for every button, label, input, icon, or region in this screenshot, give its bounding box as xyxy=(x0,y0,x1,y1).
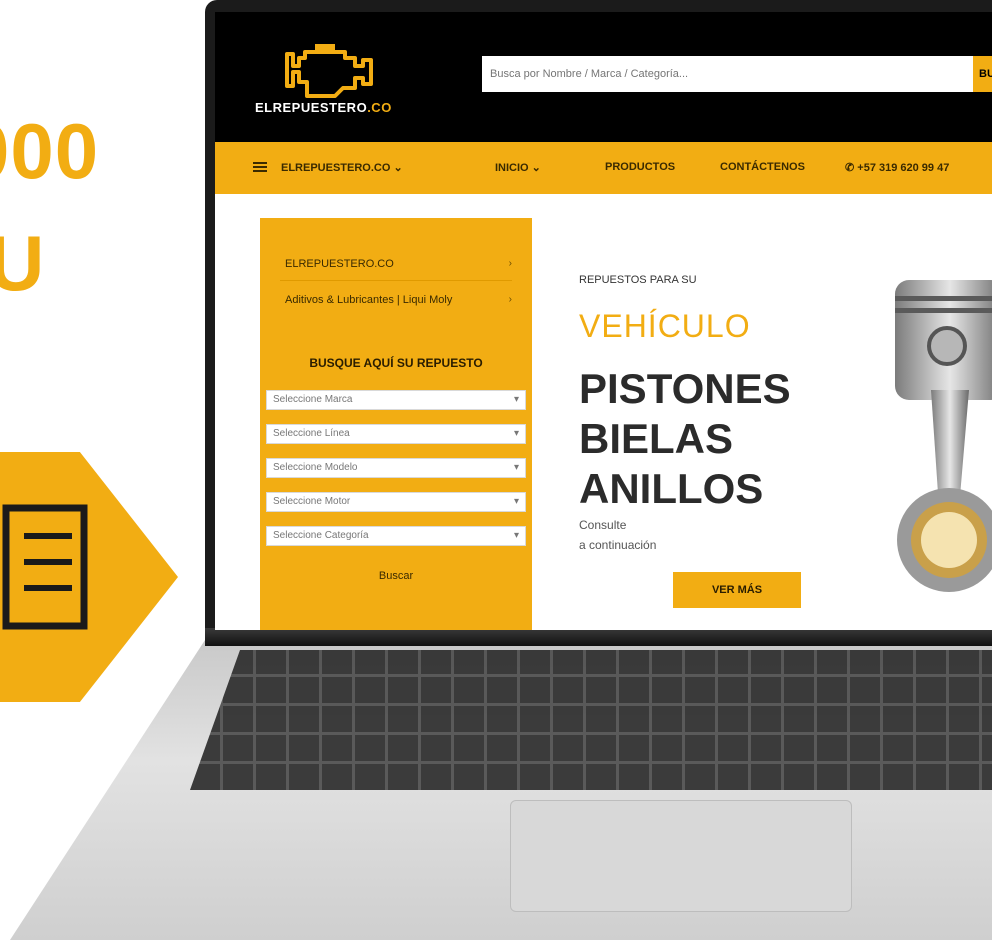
hero-line-anillos: ANILLOS xyxy=(579,465,764,512)
catalog-badge xyxy=(0,452,178,702)
site-header: ELREPUESTERO.CO BUS xyxy=(215,12,992,142)
book-icon xyxy=(2,504,88,630)
nav-item-contactenos[interactable]: CONTÁCTENOS xyxy=(720,161,805,173)
laptop-keyboard xyxy=(190,650,992,790)
chevron-right-icon: › xyxy=(508,294,512,305)
chevron-down-icon: ▾ xyxy=(513,462,519,473)
logo-text: ELREPUESTERO.CO xyxy=(255,100,392,115)
nav-item-elrepuestero[interactable]: ELREPUESTERO.CO ⌄ xyxy=(281,161,403,174)
chevron-down-icon: ▾ xyxy=(513,394,519,405)
hero-note-line2: a continuación xyxy=(579,538,657,552)
select-categoria[interactable]: Seleccione Categoría ▾ xyxy=(266,526,526,546)
promo-number-text: 000 xyxy=(0,107,100,195)
ver-mas-button[interactable]: VER MÁS xyxy=(673,572,801,608)
hamburger-menu-icon[interactable] xyxy=(253,162,267,172)
main-nav: ELREPUESTERO.CO ⌄ INICIO ⌄ PRODUCTOS CON… xyxy=(215,142,992,194)
select-modelo[interactable]: Seleccione Modelo ▾ xyxy=(266,458,526,478)
hero-line-pistones: PISTONES xyxy=(579,365,791,412)
chevron-down-icon: ▾ xyxy=(513,428,519,439)
promo-text: U xyxy=(0,219,46,307)
select-motor[interactable]: Seleccione Motor ▾ xyxy=(266,492,526,512)
sidebar-item-aditivos[interactable]: Aditivos & Lubricantes | Liqui Moly xyxy=(285,294,452,306)
hero-line-bielas: BIELAS xyxy=(579,415,734,462)
logo-suffix: .CO xyxy=(367,100,392,115)
laptop-hinge xyxy=(205,628,992,646)
hero-accent: VEHÍCULO xyxy=(579,308,751,344)
sidebar-search-button[interactable]: Buscar xyxy=(260,570,532,582)
search-button[interactable]: BUS xyxy=(973,56,992,92)
laptop-trackpad xyxy=(510,800,852,912)
hero-kicker: REPUESTOS PARA SU xyxy=(579,274,697,286)
sidebar-item-elrepuestero[interactable]: ELREPUESTERO.CO xyxy=(285,258,394,270)
select-linea[interactable]: Seleccione Línea ▾ xyxy=(266,424,526,444)
hero-note-line1: Consulte xyxy=(579,518,627,532)
select-categoria-value: Seleccione Categoría xyxy=(273,530,369,541)
nav-item-inicio[interactable]: INICIO ⌄ xyxy=(495,161,541,174)
sidebar-divider xyxy=(280,280,512,281)
nav-item-productos[interactable]: PRODUCTOS xyxy=(605,161,675,173)
piston-image xyxy=(895,280,992,592)
nav-phone[interactable]: ✆ +57 319 620 99 47 xyxy=(845,161,949,174)
chevron-down-icon: ▾ xyxy=(513,496,519,507)
engine-icon xyxy=(285,44,373,98)
search-sidebar: ELREPUESTERO.CO › Aditivos & Lubricantes… xyxy=(260,218,532,630)
search-input[interactable] xyxy=(482,56,974,92)
select-motor-value: Seleccione Motor xyxy=(273,496,351,507)
select-marca[interactable]: Seleccione Marca ▾ xyxy=(266,390,526,410)
select-linea-value: Seleccione Línea xyxy=(273,428,350,439)
site-logo[interactable]: ELREPUESTERO.CO xyxy=(255,42,415,122)
chevron-down-icon: ▾ xyxy=(513,530,519,541)
select-modelo-value: Seleccione Modelo xyxy=(273,462,358,473)
logo-name: ELREPUESTERO xyxy=(255,100,368,115)
laptop-screen: ELREPUESTERO.CO BUS ELREPUESTERO.CO ⌄ IN… xyxy=(215,12,992,630)
select-marca-value: Seleccione Marca xyxy=(273,394,353,405)
chevron-right-icon: › xyxy=(508,258,512,269)
sidebar-heading: BUSQUE AQUÍ SU REPUESTO xyxy=(309,356,483,370)
